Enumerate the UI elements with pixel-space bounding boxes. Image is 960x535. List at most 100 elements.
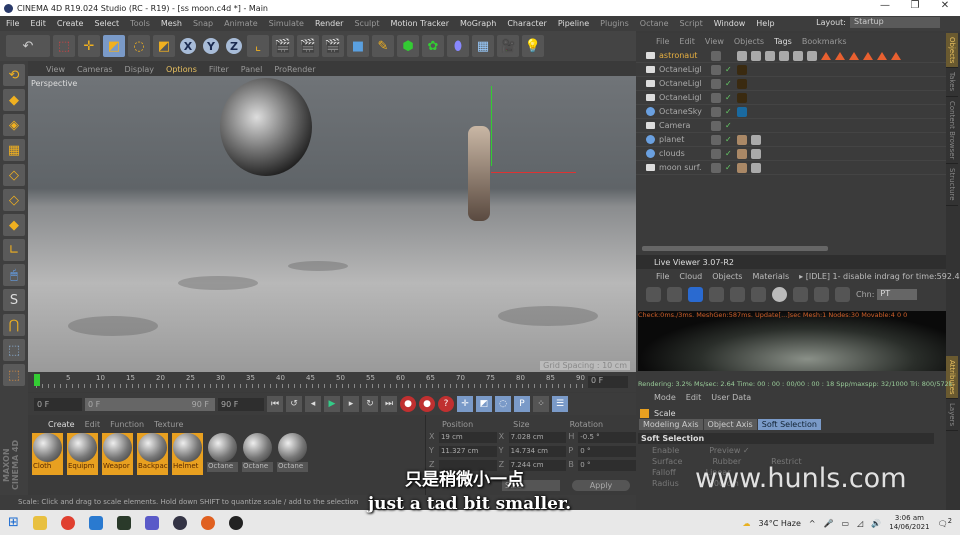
object-name[interactable]: OctaneLigl xyxy=(659,79,707,88)
channel-select[interactable]: PT xyxy=(877,288,918,300)
material-tag-icon[interactable] xyxy=(737,50,747,61)
apply-button[interactable]: Apply xyxy=(572,480,630,491)
record-button[interactable]: ● xyxy=(400,396,416,412)
close-button[interactable]: ✕ xyxy=(930,0,960,11)
menu-motion-tracker[interactable]: Motion Tracker xyxy=(390,19,449,28)
position-field[interactable]: 19 cm xyxy=(438,432,497,443)
horizontal-scrollbar[interactable] xyxy=(642,246,828,251)
layer-toggle-icon[interactable] xyxy=(711,134,721,145)
side-tab-objects[interactable]: Objects xyxy=(946,33,958,69)
menu-mograph[interactable]: MoGraph xyxy=(460,19,496,28)
layer-toggle-icon[interactable] xyxy=(711,148,721,159)
playhead[interactable] xyxy=(34,374,40,386)
headphones-app-icon[interactable] xyxy=(200,515,215,530)
attr-menu-mode[interactable]: Mode xyxy=(654,393,676,405)
enabled-check-icon[interactable]: ✓ xyxy=(725,121,733,130)
object-row[interactable]: moon surf. ✓ xyxy=(636,161,946,175)
object-row[interactable]: OctaneLigl ✓ xyxy=(636,63,946,77)
menu-simulate[interactable]: Simulate xyxy=(269,19,304,28)
axis-mode-icon[interactable]: ∟ xyxy=(3,239,25,261)
previous-frame-button[interactable]: ◂ xyxy=(305,396,321,412)
menu-pipeline[interactable]: Pipeline xyxy=(558,19,589,28)
viewport-menu-options[interactable]: Options xyxy=(166,65,197,74)
material-menu-edit[interactable]: Edit xyxy=(85,420,101,429)
y-axis-toggle[interactable]: Y xyxy=(201,36,221,56)
tab-object-axis[interactable]: Object Axis xyxy=(703,419,757,430)
object-row[interactable]: planet ✓ xyxy=(636,133,946,147)
scale-key-toggle[interactable]: ◩ xyxy=(476,396,492,412)
viewport-menu-prorender[interactable]: ProRender xyxy=(274,65,315,74)
x-axis-toggle[interactable]: X xyxy=(178,36,198,56)
pick-focus-icon[interactable] xyxy=(814,286,829,302)
make-editable-icon[interactable]: ⟲ xyxy=(3,64,25,86)
move-tool[interactable]: ✛ xyxy=(78,35,100,57)
menu-help[interactable]: Help xyxy=(756,19,774,28)
live-selection-tool[interactable]: ⬚ xyxy=(53,35,75,57)
start-frame-field[interactable]: 0 F xyxy=(34,397,82,411)
object-name[interactable]: OctaneSky xyxy=(659,107,707,116)
x-axis-handle[interactable] xyxy=(491,172,576,173)
chrome-icon[interactable] xyxy=(60,515,75,530)
side-tab-takes[interactable]: Takes xyxy=(946,68,958,97)
pick-material-icon[interactable] xyxy=(835,286,850,302)
live-menu-cloud[interactable]: Cloud xyxy=(679,272,702,283)
previous-key-button[interactable]: ↺ xyxy=(286,396,302,412)
maximize-button[interactable]: ❐ xyxy=(900,0,930,11)
live-menu-materials[interactable]: Materials xyxy=(752,272,789,283)
layer-toggle-icon[interactable] xyxy=(711,120,721,131)
object-menu-file[interactable]: File xyxy=(656,37,669,49)
parameter-key-toggle[interactable]: P xyxy=(514,396,530,412)
live-render-image[interactable]: Check:0ms./3ms. MeshGen:587ms. Update[..… xyxy=(638,311,946,371)
menu-sculpt[interactable]: Sculpt xyxy=(354,19,379,28)
floor-button[interactable]: ▦ xyxy=(472,35,494,57)
object-name[interactable]: astronaut xyxy=(659,51,707,60)
material-swatch[interactable]: Octane xyxy=(207,433,238,475)
side-tab-layers[interactable]: Layers xyxy=(946,399,958,432)
live-menu-objects[interactable]: Objects xyxy=(712,272,742,283)
menu-character[interactable]: Character xyxy=(507,19,547,28)
warning-tag-icon[interactable] xyxy=(863,51,873,60)
rotation-field[interactable]: -0.5 ° xyxy=(578,432,636,443)
size-field[interactable]: 14.734 cm xyxy=(508,446,567,457)
material-swatch[interactable]: Cloth xyxy=(32,433,63,475)
material-menu-texture[interactable]: Texture xyxy=(154,420,183,429)
layer-toggle-icon[interactable] xyxy=(711,50,721,61)
app-ball-icon[interactable] xyxy=(228,515,243,530)
octane-light-tag-icon[interactable] xyxy=(737,64,747,75)
render-view-button[interactable]: 🎬 xyxy=(272,35,294,57)
lock-icon[interactable] xyxy=(751,286,766,302)
menu-create[interactable]: Create xyxy=(57,19,84,28)
object-menu-objects[interactable]: Objects xyxy=(734,37,764,49)
planar-workplane-icon[interactable]: ⬚ xyxy=(3,364,25,386)
pen-spline-button[interactable]: ✎ xyxy=(372,35,394,57)
next-key-button[interactable]: ↻ xyxy=(362,396,378,412)
menu-window[interactable]: Window xyxy=(714,19,746,28)
octane-light-tag-icon[interactable] xyxy=(737,78,747,89)
rotation-field[interactable]: 0 ° xyxy=(578,460,636,471)
last-tool[interactable]: ◩ xyxy=(153,35,175,57)
send-scene-icon[interactable] xyxy=(646,286,661,302)
warning-tag-icon[interactable] xyxy=(821,51,831,60)
phong-tag-icon[interactable] xyxy=(737,134,747,145)
object-row[interactable]: OctaneLigl ✓ xyxy=(636,77,946,91)
enabled-check-icon[interactable]: ✓ xyxy=(725,135,733,144)
object-name[interactable]: planet xyxy=(659,135,707,144)
restart-render-icon[interactable] xyxy=(667,286,682,302)
end-frame-field[interactable]: 90 F xyxy=(218,397,264,411)
side-tab-structure[interactable]: Structure xyxy=(946,164,958,206)
astronaut-object[interactable] xyxy=(468,126,490,221)
lock-workplane-icon[interactable]: ⬚ xyxy=(3,339,25,361)
viewport-menu-cameras[interactable]: Cameras xyxy=(77,65,113,74)
wifi-icon[interactable]: ◿ xyxy=(857,519,863,528)
live-menu-file[interactable]: File xyxy=(656,272,669,283)
viewport-menu-filter[interactable]: Filter xyxy=(209,65,229,74)
material-tag-icon[interactable] xyxy=(751,162,761,173)
warning-tag-icon[interactable] xyxy=(835,51,845,60)
attribute-label[interactable]: Enable xyxy=(652,446,679,455)
attr-menu-user-data[interactable]: User Data xyxy=(711,393,751,405)
region-render-icon[interactable] xyxy=(709,286,724,302)
clay-mode-icon[interactable] xyxy=(793,286,808,302)
object-name[interactable]: Camera xyxy=(659,121,707,130)
undo-button[interactable]: ↶ xyxy=(6,35,50,57)
menu-plugins[interactable]: Plugins xyxy=(600,19,629,28)
